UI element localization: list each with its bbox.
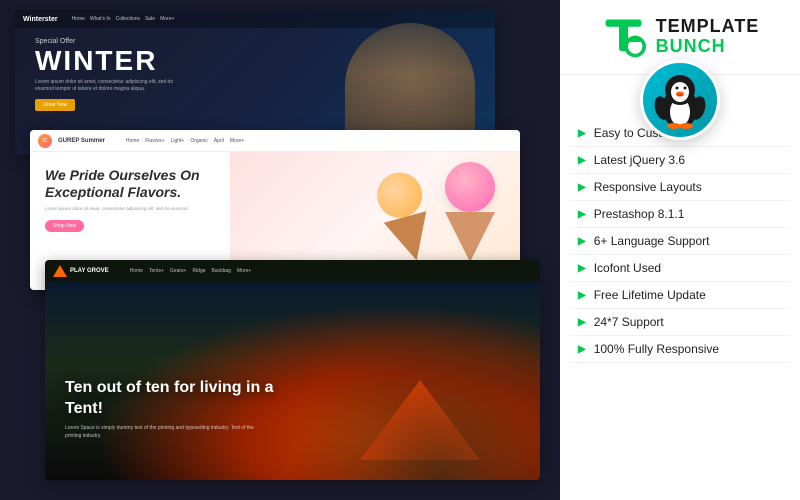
feature-item-6: ▶ Icofont Used [570,255,790,282]
feature-arrow-icon: ▶ [578,128,586,139]
icecream-hero-tagline: We Pride Ourselves On Exceptional Flavor… [45,167,215,201]
camping-nav-logo: PLAY GROVE [53,265,109,277]
mascot-avatar [640,60,720,140]
camping-hero-area: Ten out of ten for living in a Tent! Lor… [45,282,540,480]
winter-hero-content: Special Offer WINTER Lorem ipsum dolor s… [15,28,495,121]
winter-cta-button[interactable]: Order Now [35,99,75,111]
feature-item-2: ▶ Latest jQuery 3.6 [570,147,790,174]
template-bunch-title: TEMPLATE BUNCH [656,17,760,57]
camping-people-silhouette [290,320,540,480]
camping-hero-title: Ten out of ten for living in a Tent! [65,378,285,420]
camping-nav-links: Home Tents+ Gears+ Ridge Backbag More+ [130,268,252,274]
feature-text: 6+ Language Support [594,234,710,248]
camping-template-preview: PLAY GROVE Home Tents+ Gears+ Ridge Back… [45,260,540,480]
icecream-cone-2 [369,167,441,267]
feature-arrow-icon: ▶ [578,263,586,274]
feature-text: Free Lifetime Update [594,288,706,302]
feature-text: 100% Fully Responsive [594,342,719,356]
left-panel: Winterster Home What's In Collections Sa… [0,0,560,500]
feature-item-7: ▶ Free Lifetime Update [570,282,790,309]
icecream-hero-sub: Lorem ipsum dolor sit amet, consectetur … [45,206,215,213]
feature-arrow-icon: ▶ [578,290,586,301]
icecream-nav-links: Home Flavors+ Light+ Organic April More+ [126,138,244,144]
mascot-area [640,60,720,140]
feature-item-4: ▶ Prestashop 8.1.1 [570,201,790,228]
icecream-cone-body-2 [384,211,438,266]
feature-arrow-icon: ▶ [578,182,586,193]
feature-arrow-icon: ▶ [578,236,586,247]
feature-text: Prestashop 8.1.1 [594,207,685,221]
tent-logo-icon [53,265,67,277]
winter-nav-links: Home What's In Collections Sale More+ [72,16,175,22]
feature-text: Latest jQuery 3.6 [594,153,685,167]
feature-item-8: ▶ 24*7 Support [570,309,790,336]
feature-arrow-icon: ▶ [578,344,586,355]
winter-hero-text: Lorem ipsum dolor sit amet, consectetur … [35,79,175,93]
icecream-cone-1 [440,162,500,262]
feature-text: Icofont Used [594,261,661,275]
camping-hero-sub: Lorem Space is simply dummy text of the … [65,425,265,440]
feature-text: Responsive Layouts [594,180,702,194]
icecream-cone-body-1 [445,212,495,262]
feature-item-5: ▶ 6+ Language Support [570,228,790,255]
camping-hero-content: Ten out of ten for living in a Tent! Lor… [65,378,285,440]
icecream-scoop-1 [445,162,495,212]
winter-nav-logo: Winterster [23,16,58,23]
feature-arrow-icon: ▶ [578,317,586,328]
icecream-cta-button[interactable]: Shop Now [45,220,84,232]
feature-item-9: ▶ 100% Fully Responsive [570,336,790,363]
right-panel: TEMPLATE BUNCH [560,0,800,500]
features-list: ▶Easy to Customize▶Latest jQuery 3.6▶Res… [560,120,800,363]
feature-arrow-icon: ▶ [578,155,586,166]
feature-arrow-icon: ▶ [578,209,586,220]
icecream-nav-logo: IC [38,134,52,148]
feature-item-3: ▶ Responsive Layouts [570,174,790,201]
feature-text: 24*7 Support [594,315,664,329]
template-bunch-logo [601,15,646,60]
